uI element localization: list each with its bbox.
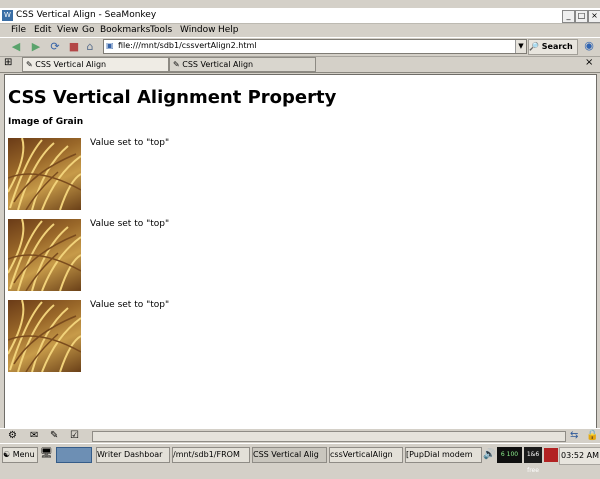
menu-help[interactable]: Help <box>218 25 239 35</box>
window-titlebar: W CSS Vertical Align - SeaMonkey _ □ × <box>0 8 600 24</box>
menu-bookmarks[interactable]: Bookmarks <box>100 25 150 35</box>
menu-icon: ☯ <box>3 450 11 459</box>
caption-text: Value set to "top" <box>90 219 170 229</box>
tab-bar: ⊞ ✎ CSS Vertical Align ✎ CSS Vertical Al… <box>0 56 600 73</box>
menu-go[interactable]: Go <box>82 25 94 35</box>
page-subheading: Image of Grain <box>8 117 84 127</box>
memory-monitor: 1&6 free <box>524 447 542 474</box>
grain-image <box>8 219 81 291</box>
throbber-icon: ◉ <box>584 39 594 52</box>
tab-css-vertical-align-1[interactable]: ✎ CSS Vertical Align <box>22 57 169 72</box>
image-row-2: Value set to "top" <box>8 219 568 291</box>
search-label: Search <box>541 42 573 51</box>
clock: 03:52 AM <box>559 447 600 465</box>
app-icon: W <box>2 10 13 21</box>
tab-label: CSS Vertical Align <box>35 60 107 69</box>
back-icon[interactable]: ◀ <box>8 39 24 54</box>
security-icon[interactable]: 🔒 <box>586 430 598 441</box>
close-tab-icon[interactable]: × <box>585 57 595 69</box>
volume-icon[interactable]: 🔊 <box>483 448 495 462</box>
image-row-3: Value set to "top" <box>8 300 568 372</box>
window-title: CSS Vertical Align - SeaMonkey <box>16 10 157 20</box>
network-icon[interactable] <box>544 448 558 462</box>
menu-edit[interactable]: Edit <box>34 25 51 35</box>
forward-icon[interactable]: ▶ <box>28 39 44 54</box>
tab-css-vertical-align-2[interactable]: ✎ CSS Vertical Align <box>169 57 316 72</box>
taskbar-cssverticalalign[interactable]: cssVerticalAlign <box>329 447 403 463</box>
tab-icon: ✎ <box>173 60 180 69</box>
home-icon[interactable]: ⌂ <box>82 39 98 54</box>
navigation-toolbar: ◀ ▶ ⟳ ■ ⌂ ▣ file:///mnt/sdb1/cssvertAlig… <box>0 37 600 57</box>
menu-window[interactable]: Window <box>180 25 216 35</box>
url-dropdown-icon[interactable]: ▼ <box>515 40 526 53</box>
taskbar: ☯ Menu 🖥 Writer Dashboar /mnt/sdb1/FROM … <box>0 443 600 474</box>
taskbar-css-vertical-align[interactable]: CSS Vertical Alig <box>252 447 327 463</box>
connection-icon[interactable]: ⇆ <box>570 430 578 441</box>
mail-icon[interactable]: ✉ <box>30 430 38 441</box>
menu-file[interactable]: File <box>11 25 26 35</box>
new-tab-icon[interactable]: ⊞ <box>4 56 16 70</box>
status-bar: ⚙ ✉ ✎ ☑ ⇆ 🔒 <box>0 428 600 443</box>
image-row-1: Value set to "top" <box>8 138 568 210</box>
page-content: CSS Vertical Alignment Property Image of… <box>4 74 597 429</box>
search-icon: 🔎 <box>529 42 539 51</box>
caption-text: Value set to "top" <box>90 300 170 310</box>
tab-label: CSS Vertical Align <box>182 60 254 69</box>
start-menu-label: Menu <box>12 450 35 459</box>
grain-image <box>8 300 81 372</box>
reload-icon[interactable]: ⟳ <box>47 39 63 54</box>
page-title: CSS Vertical Alignment Property <box>8 87 337 108</box>
stop-icon[interactable]: ■ <box>66 39 82 54</box>
taskbar-pupdial-modem[interactable]: [PupDial modem <box>405 447 482 463</box>
navigator-icon[interactable]: ⚙ <box>8 430 17 441</box>
maximize-button[interactable]: □ <box>575 10 588 23</box>
chat-icon[interactable]: ☑ <box>70 430 79 441</box>
menu-tools[interactable]: Tools <box>150 25 172 35</box>
url-bar[interactable]: ▣ file:///mnt/sdb1/cssvertAlign2.html ▼ <box>103 39 527 54</box>
status-message-area <box>92 431 566 442</box>
workspace-pager[interactable] <box>56 447 92 463</box>
taskbar-writer-dashboard[interactable]: Writer Dashboar <box>96 447 170 463</box>
files-icon[interactable]: 🖥 <box>40 447 54 461</box>
taskbar-file-manager[interactable]: /mnt/sdb1/FROM <box>172 447 250 463</box>
minimize-button[interactable]: _ <box>562 10 575 23</box>
url-text[interactable]: file:///mnt/sdb1/cssvertAlign2.html <box>118 41 257 50</box>
grain-image <box>8 138 81 210</box>
start-menu-button[interactable]: ☯ Menu <box>2 447 38 463</box>
close-button[interactable]: × <box>588 10 600 23</box>
search-button[interactable]: 🔎 Search <box>528 39 578 55</box>
composer-icon[interactable]: ✎ <box>50 430 58 441</box>
page-icon: ▣ <box>106 41 114 50</box>
caption-text: Value set to "top" <box>90 138 170 148</box>
menu-view[interactable]: View <box>57 25 78 35</box>
cpu-monitor: 6 100 <box>497 447 522 463</box>
tab-icon: ✎ <box>26 60 33 69</box>
menu-bar: File Edit View Go Bookmarks Tools Window… <box>0 24 600 37</box>
